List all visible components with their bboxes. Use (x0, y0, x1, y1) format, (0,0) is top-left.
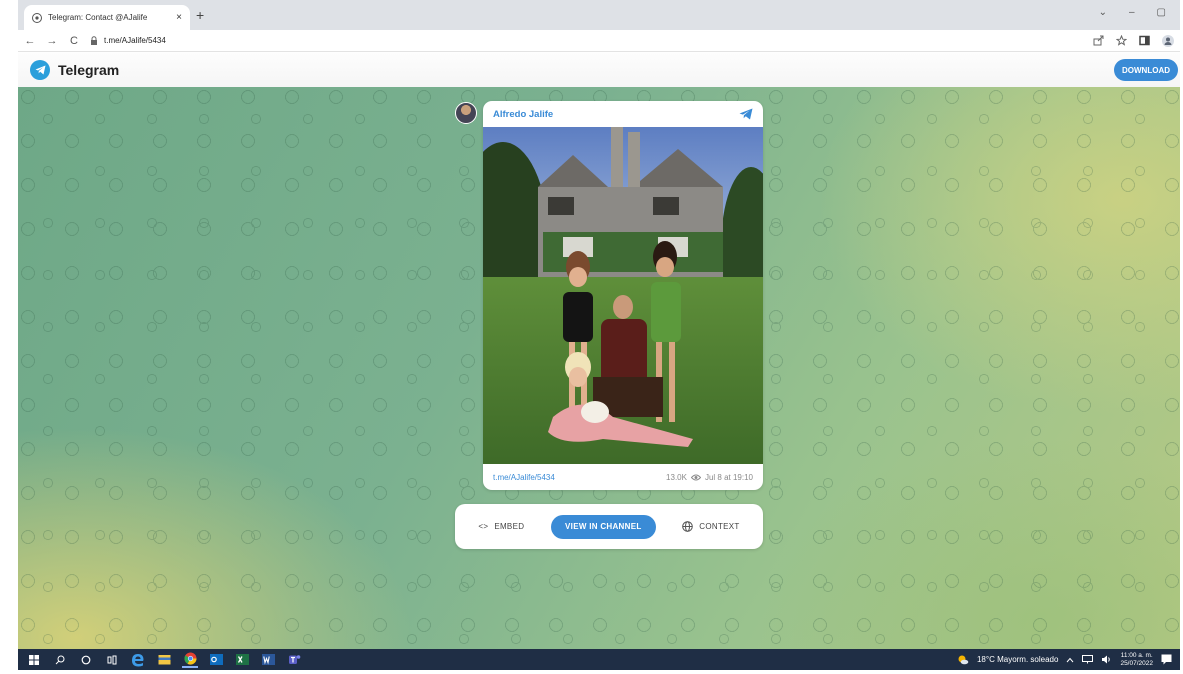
telegram-logo-icon[interactable] (30, 60, 50, 80)
lock-icon[interactable] (90, 36, 98, 45)
view-in-channel-button[interactable]: VIEW IN CHANNEL (551, 514, 656, 539)
post-card: Alfredo Jalife t.me/AJalife/5434 13.0K J… (483, 101, 763, 490)
tab-search-button[interactable]: ⌄ (1099, 7, 1107, 18)
post-date: Jul 8 at 19:10 (704, 472, 753, 482)
toolbar-right (1093, 34, 1174, 47)
network-icon[interactable] (1082, 655, 1094, 664)
new-tab-button[interactable]: + (196, 7, 204, 23)
telegram-header: Telegram DOWNLOAD (18, 53, 1180, 87)
telegram-plane-icon[interactable] (739, 108, 753, 120)
star-icon[interactable] (1116, 34, 1127, 46)
cortana-icon[interactable] (78, 652, 94, 668)
browser-tab[interactable]: Telegram: Contact @AJalife × (24, 5, 190, 30)
screen: Telegram: Contact @AJalife × + ⌄ – ▢ ← →… (18, 0, 1180, 670)
post-actions: <> EMBED VIEW IN CHANNEL CONTEXT (455, 504, 763, 549)
globe-icon (682, 521, 694, 532)
notification-icon[interactable] (1161, 654, 1172, 665)
address-bar-row: ← → C t.me/AJalife/5434 (18, 30, 1180, 52)
post-link[interactable]: t.me/AJalife/5434 (493, 473, 555, 482)
post-header: Alfredo Jalife (483, 101, 763, 127)
reload-button[interactable]: C (68, 35, 80, 47)
clock-time: 11:00 a. m. (1120, 651, 1153, 659)
chrome-icon (32, 12, 42, 23)
word-icon[interactable] (260, 652, 276, 668)
edge-icon[interactable] (130, 652, 146, 668)
embed-icon: <> (478, 522, 489, 531)
windows-start-icon[interactable] (26, 652, 42, 668)
outlook-icon[interactable] (208, 652, 224, 668)
forward-button[interactable]: → (46, 35, 58, 47)
context-button[interactable]: CONTEXT (682, 521, 739, 532)
teams-icon[interactable] (286, 652, 302, 668)
window-controls: ⌄ – ▢ (1099, 7, 1166, 18)
clock-date: 25/07/2022 (1120, 659, 1153, 667)
view-count: 13.0K (666, 472, 687, 482)
tab-close-button[interactable]: × (176, 12, 182, 23)
post-photo[interactable] (483, 127, 763, 464)
embed-button[interactable]: <> EMBED (478, 522, 524, 531)
excel-icon[interactable] (234, 652, 250, 668)
telegram-brand[interactable]: Telegram (58, 62, 119, 78)
view-in-channel-label: VIEW IN CHANNEL (565, 522, 642, 531)
photo-illustration (483, 127, 763, 464)
weather-icon[interactable] (957, 654, 969, 666)
clock[interactable]: 11:00 a. m. 25/07/2022 (1120, 652, 1153, 668)
back-button[interactable]: ← (24, 35, 36, 47)
post-footer: t.me/AJalife/5434 13.0K Jul 8 at 19:10 (483, 464, 763, 490)
channel-avatar[interactable] (455, 102, 477, 124)
tab-title: Telegram: Contact @AJalife (48, 13, 148, 22)
search-icon[interactable] (52, 652, 68, 668)
profile-icon[interactable] (1162, 34, 1174, 47)
download-button[interactable]: DOWNLOAD (1114, 59, 1178, 81)
share-icon[interactable] (1093, 35, 1104, 46)
task-view-icon[interactable] (104, 652, 120, 668)
windows-taskbar: 18°C Mayorm. soleado 11:00 a. m. 25/07/2… (18, 649, 1180, 670)
minimize-button[interactable]: – (1129, 7, 1135, 18)
restore-button[interactable]: ▢ (1157, 7, 1166, 18)
chevron-up-icon[interactable] (1066, 657, 1074, 663)
post-meta: 13.0K Jul 8 at 19:10 (666, 473, 753, 482)
volume-icon[interactable] (1101, 655, 1112, 664)
file-explorer-icon[interactable] (156, 652, 172, 668)
eye-icon (690, 474, 701, 480)
browser-tabstrip: Telegram: Contact @AJalife × + ⌄ – ▢ (18, 0, 1180, 30)
sidepanel-icon[interactable] (1139, 35, 1150, 46)
weather-text[interactable]: 18°C Mayorm. soleado (977, 655, 1058, 664)
url-field[interactable]: t.me/AJalife/5434 (104, 36, 166, 45)
post-author[interactable]: Alfredo Jalife (493, 109, 553, 120)
system-tray: 18°C Mayorm. soleado 11:00 a. m. 25/07/2… (957, 652, 1172, 668)
embed-label: EMBED (494, 522, 525, 531)
context-label: CONTEXT (699, 522, 740, 531)
chrome-taskbar-icon[interactable] (182, 652, 198, 668)
